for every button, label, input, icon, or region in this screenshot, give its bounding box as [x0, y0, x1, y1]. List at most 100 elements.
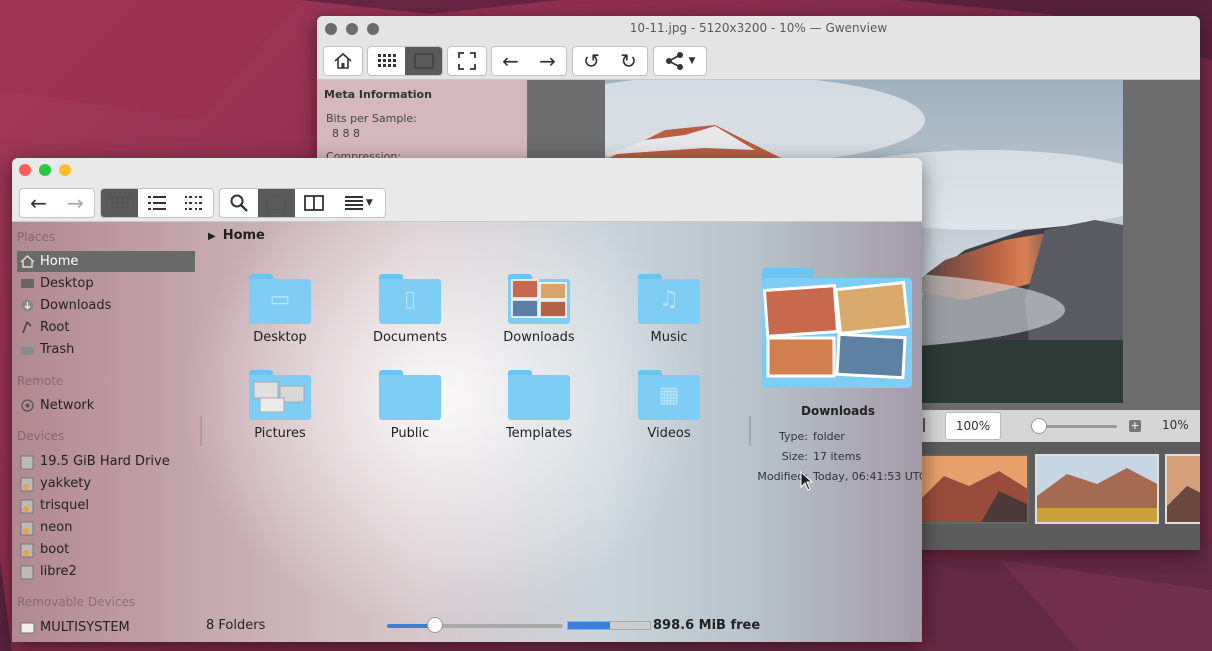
grid-icon — [110, 196, 129, 209]
hard-drive-icon — [20, 455, 35, 470]
split-view-icon — [303, 195, 324, 211]
forward-button[interactable]: → — [57, 189, 94, 217]
removable-section-header: Removable Devices — [17, 595, 136, 609]
details-view-button[interactable] — [138, 189, 175, 217]
close-button[interactable] — [19, 164, 31, 176]
device-item-label: yakkety — [40, 476, 92, 491]
back-button[interactable]: ← — [20, 189, 57, 217]
trash-icon — [20, 343, 35, 356]
places-item-label: Network — [40, 398, 95, 413]
places-item-label: Downloads — [40, 298, 112, 313]
places-item-home[interactable]: Home — [17, 251, 195, 272]
places-item-network[interactable]: Network — [17, 395, 195, 416]
dolphin-toolbar: ← → ▼ — [12, 184, 922, 222]
dolphin-titlebar[interactable] — [12, 158, 922, 184]
chevron-right-icon: ▶ — [208, 231, 216, 242]
columns-icon — [185, 196, 203, 210]
zoom-in-button[interactable]: + — [1129, 420, 1141, 432]
device-item[interactable]: neon — [17, 517, 195, 538]
view-mode-button[interactable] — [405, 47, 442, 75]
thumbnail[interactable] — [1165, 454, 1200, 524]
fullscreen-icon — [458, 52, 476, 70]
info-type-label: Type: — [779, 430, 808, 443]
thumbnail-bar — [917, 442, 1200, 550]
zoom-100-button[interactable]: 100% — [945, 412, 1001, 440]
preview-button[interactable] — [257, 189, 296, 217]
share-button[interactable]: ▼ — [654, 47, 706, 75]
usb-drive-icon — [20, 621, 35, 634]
places-item-downloads[interactable]: Downloads — [17, 295, 195, 316]
preview-icon — [266, 195, 287, 211]
zoom-slider-handle[interactable] — [1031, 418, 1048, 434]
folder-item-downloads[interactable]: Downloads — [479, 274, 599, 345]
device-item[interactable]: libre2 — [17, 561, 195, 582]
download-icon — [20, 299, 35, 312]
minimize-button[interactable] — [59, 164, 71, 176]
arrow-left-icon: ← — [502, 49, 519, 73]
menu-icon — [344, 196, 363, 210]
maximize-button[interactable] — [39, 164, 51, 176]
templates-folder-icon — [508, 370, 570, 420]
browse-home-button[interactable] — [324, 47, 362, 75]
meta-heading: Meta Information — [324, 88, 432, 101]
drive-icon — [20, 521, 35, 536]
icon-size-slider[interactable] — [387, 617, 563, 633]
places-item-trash[interactable]: Trash — [17, 339, 195, 360]
device-item-label: 19.5 GiB Hard Drive — [40, 454, 170, 469]
drive-icon — [20, 543, 35, 558]
removable-item-label: MULTISYSTEM — [40, 620, 130, 635]
folder-item-pictures[interactable]: Pictures — [220, 370, 340, 441]
thumbnail[interactable] — [917, 454, 1029, 524]
removable-item[interactable]: MULTISYSTEM — [17, 617, 195, 638]
icons-view-button[interactable] — [101, 189, 139, 217]
info-modified-value: Today, 06:41:53 UTC — [813, 470, 922, 483]
breadcrumb[interactable]: ▶ Home — [208, 228, 265, 243]
folder-label: Templates — [505, 426, 573, 441]
folder-item-public[interactable]: Public — [350, 370, 470, 441]
places-item-root[interactable]: Root — [17, 317, 195, 338]
device-item-label: trisquel — [40, 498, 89, 513]
folder-item-music[interactable]: ♫ Music — [609, 274, 729, 345]
split-button[interactable] — [295, 189, 333, 217]
info-splitter[interactable] — [749, 416, 751, 446]
device-item[interactable]: yakkety — [17, 473, 195, 494]
folder-item-templates[interactable]: Templates — [479, 370, 599, 441]
rotate-right-button[interactable]: ↻ — [610, 47, 647, 75]
browse-mode-button[interactable] — [368, 47, 405, 75]
folder-item-documents[interactable]: ▯ Documents — [350, 274, 470, 345]
fullscreen-button[interactable] — [448, 47, 486, 75]
next-button[interactable]: → — [529, 47, 566, 75]
thumbnail-image — [919, 456, 1027, 522]
folder-item-desktop[interactable]: ▭ Desktop — [220, 274, 340, 345]
arrow-left-icon: ← — [30, 191, 47, 215]
dolphin-window: ← → ▼ Places Home Desktop Downloads Root… — [12, 158, 922, 642]
rotate-left-button[interactable]: ↺ — [573, 47, 610, 75]
public-folder-icon — [379, 370, 441, 420]
places-splitter[interactable] — [200, 416, 202, 446]
status-folder-count: 8 Folders — [206, 618, 266, 633]
folder-item-videos[interactable]: ▦ Videos — [609, 370, 729, 441]
home-icon — [334, 52, 352, 69]
zoom-slider-track[interactable] — [1035, 425, 1117, 428]
desktop-icon — [20, 277, 35, 290]
home-icon — [20, 255, 35, 268]
slider-handle[interactable] — [426, 617, 443, 633]
control-menu-button[interactable]: ▼ — [333, 189, 385, 217]
pictures-folder-icon — [249, 370, 311, 420]
search-button[interactable] — [220, 189, 258, 217]
thumbnail-selected[interactable] — [1035, 454, 1159, 524]
documents-folder-icon: ▯ — [379, 274, 441, 324]
device-item[interactable]: boot — [17, 539, 195, 560]
remote-section-header: Remote — [17, 374, 64, 388]
network-icon — [20, 399, 35, 412]
chevron-down-icon: ▼ — [688, 56, 696, 66]
folder-label: Music — [650, 330, 688, 345]
image-view-icon — [413, 53, 434, 69]
device-item[interactable]: 19.5 GiB Hard Drive — [17, 451, 195, 472]
places-item-desktop[interactable]: Desktop — [17, 273, 195, 294]
previous-button[interactable]: ← — [492, 47, 529, 75]
compact-view-button[interactable] — [176, 189, 213, 217]
gwenview-titlebar[interactable]: 10-11.jpg - 5120x3200 - 10% — Gwenview — [317, 16, 1200, 42]
device-item[interactable]: trisquel — [17, 495, 195, 516]
folder-label: Downloads — [503, 330, 575, 345]
